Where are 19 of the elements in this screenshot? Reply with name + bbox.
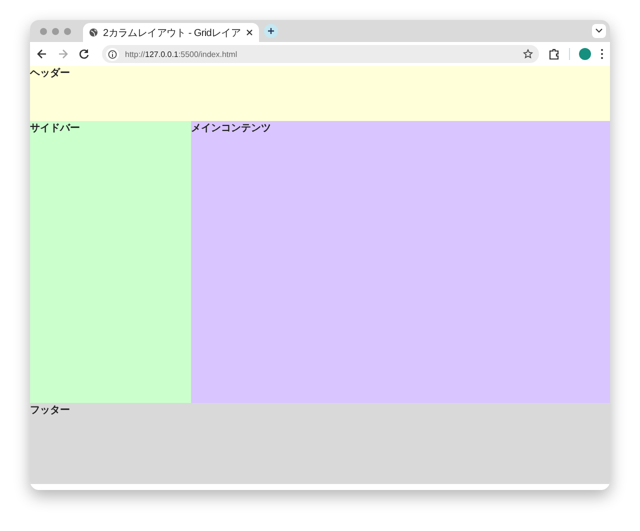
main-label: メインコンテンツ: [191, 123, 271, 135]
header-label: ヘッダー: [30, 68, 70, 80]
reload-button[interactable]: [78, 48, 90, 60]
chevron-down-icon[interactable]: [595, 27, 603, 35]
star-icon[interactable]: [523, 49, 533, 59]
tab-list-button[interactable]: [592, 24, 606, 38]
address-bar[interactable]: http://127.0.0.1:5500/index.html: [102, 45, 539, 63]
footer-label: フッター: [30, 405, 70, 417]
info-icon[interactable]: [108, 50, 117, 58]
extensions-button[interactable]: [548, 48, 560, 60]
globe-icon: [89, 28, 98, 37]
new-tab-button[interactable]: [264, 24, 278, 38]
menu-button[interactable]: [600, 48, 604, 60]
plus-icon[interactable]: [266, 27, 275, 35]
browser-tab[interactable]: 2カラムレイアウト - Gridレイア: [83, 23, 259, 42]
sidebar-label: サイドバー: [30, 123, 80, 135]
close-icon[interactable]: [246, 29, 253, 36]
back-button[interactable]: [36, 48, 48, 60]
tab-title: 2カラムレイアウト - Gridレイア: [103, 26, 241, 40]
